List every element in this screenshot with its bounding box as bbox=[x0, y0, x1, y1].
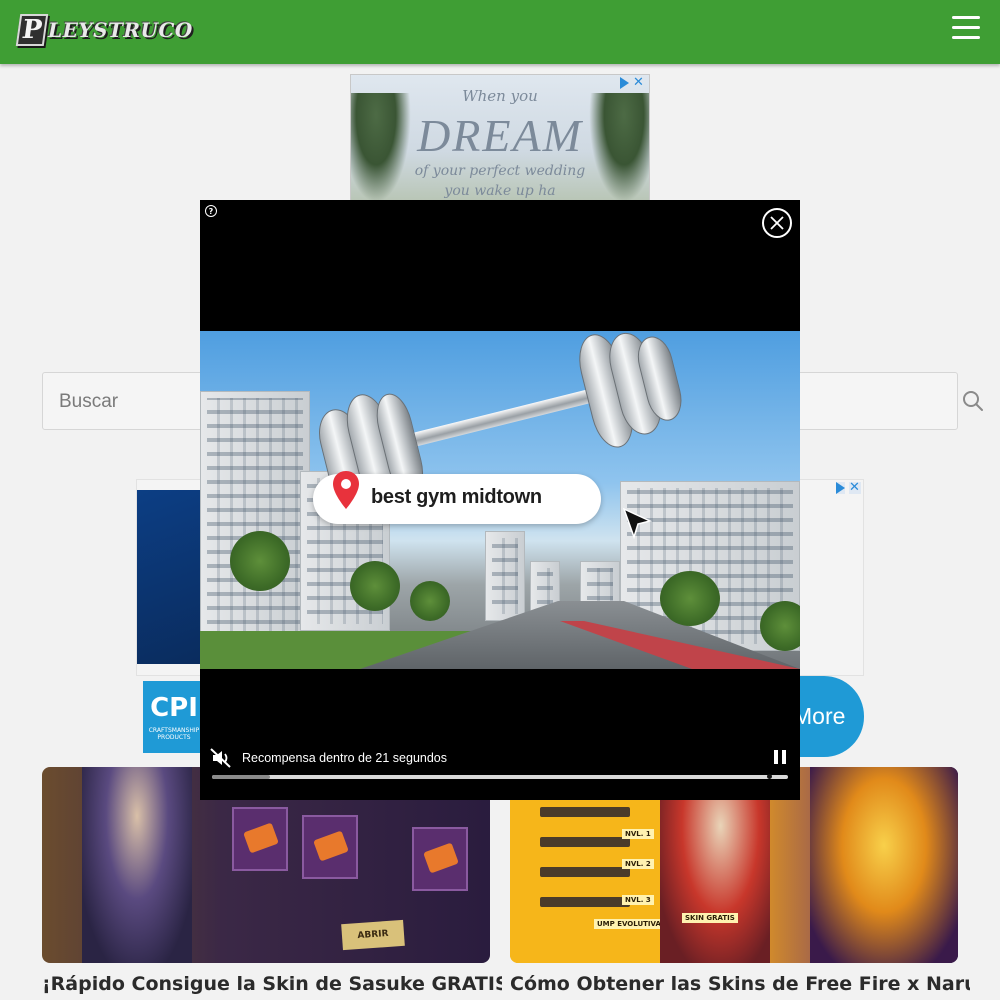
adchoices-controls: ✕ bbox=[836, 481, 861, 494]
map-pin-icon bbox=[333, 471, 359, 509]
close-video-button[interactable] bbox=[762, 208, 792, 238]
reward-countdown: Recompensa dentro de 21 segundos bbox=[242, 751, 448, 765]
building-graphic bbox=[200, 391, 310, 641]
level-label: NVL. 3 bbox=[622, 895, 654, 905]
ad-close-icon[interactable]: ✕ bbox=[633, 76, 645, 89]
map-search-text: best gym midtown bbox=[371, 486, 542, 508]
hamburger-menu-icon[interactable] bbox=[952, 16, 980, 40]
search-icon[interactable] bbox=[961, 389, 985, 413]
ticket-graphic bbox=[412, 827, 468, 891]
skin-label: SKIN GRATIS bbox=[682, 913, 738, 923]
building-graphic bbox=[485, 531, 525, 621]
ad-text-line: When you bbox=[462, 87, 538, 105]
ad-headline: DREAM bbox=[417, 110, 583, 161]
adchoices-controls: ✕ bbox=[620, 76, 645, 89]
site-header: P LEYSTRUCO bbox=[0, 0, 1000, 64]
help-icon[interactable]: ? bbox=[205, 205, 217, 217]
ticket-graphic bbox=[232, 807, 288, 871]
video-progress-bar[interactable] bbox=[212, 774, 788, 779]
progress-marker bbox=[767, 774, 772, 779]
cursor-icon bbox=[622, 507, 652, 539]
ad-close-icon[interactable]: ✕ bbox=[849, 481, 861, 494]
muted-speaker-icon[interactable] bbox=[210, 748, 232, 768]
close-icon bbox=[770, 216, 784, 230]
top-banner-ad[interactable]: When you DREAM of your perfect wedding y… bbox=[350, 74, 650, 204]
tree-graphic bbox=[230, 531, 290, 591]
advertiser-logo-text: CPI bbox=[150, 693, 198, 723]
article-title[interactable]: ¡Rápido Consigue la Skin de Sasuke GRATI… bbox=[42, 973, 502, 995]
tree-graphic bbox=[410, 581, 450, 621]
advertiser-logo: CPI CRAFTSMANSHIP PRODUCTS bbox=[143, 681, 205, 753]
tree-graphic bbox=[660, 571, 720, 626]
level-label: NVL. 2 bbox=[622, 859, 654, 869]
weapon-label: UMP EVOLUTIVA bbox=[594, 919, 664, 929]
article-title[interactable]: Cómo Obtener las Skins de Free Fire x Na… bbox=[510, 973, 970, 995]
advertiser-logo-subtext: CRAFTSMANSHIP PRODUCTS bbox=[148, 727, 200, 741]
tree-graphic bbox=[350, 561, 400, 611]
rewarded-video-ad: ? best gym midtown Recompensa dentro de … bbox=[200, 200, 800, 800]
ad-text-line: you wake up ha bbox=[444, 183, 556, 199]
site-logo[interactable]: P LEYSTRUCO bbox=[15, 14, 193, 46]
open-label: ABRIR bbox=[341, 919, 405, 951]
character-illustration bbox=[810, 767, 958, 963]
video-controls: Recompensa dentro de 21 segundos bbox=[200, 740, 800, 800]
ticket-graphic bbox=[302, 815, 358, 879]
weapon-graphic bbox=[540, 837, 630, 847]
weapon-graphic bbox=[540, 867, 630, 877]
logo-text: LEYSTRUCO bbox=[48, 18, 193, 42]
adchoices-icon[interactable] bbox=[620, 77, 629, 89]
video-progress-fill bbox=[212, 775, 270, 779]
map-search-pill: best gym midtown bbox=[313, 471, 601, 524]
weapon-graphic bbox=[540, 807, 630, 817]
logo-mark: P bbox=[15, 14, 49, 46]
pause-icon[interactable] bbox=[773, 750, 787, 766]
ad-text-line: of your perfect wedding bbox=[414, 163, 586, 179]
level-label: NVL. 1 bbox=[622, 829, 654, 839]
character-illustration bbox=[82, 767, 192, 963]
adchoices-icon[interactable] bbox=[836, 482, 845, 494]
weapon-graphic bbox=[540, 897, 630, 907]
video-frame[interactable]: best gym midtown bbox=[200, 331, 800, 669]
